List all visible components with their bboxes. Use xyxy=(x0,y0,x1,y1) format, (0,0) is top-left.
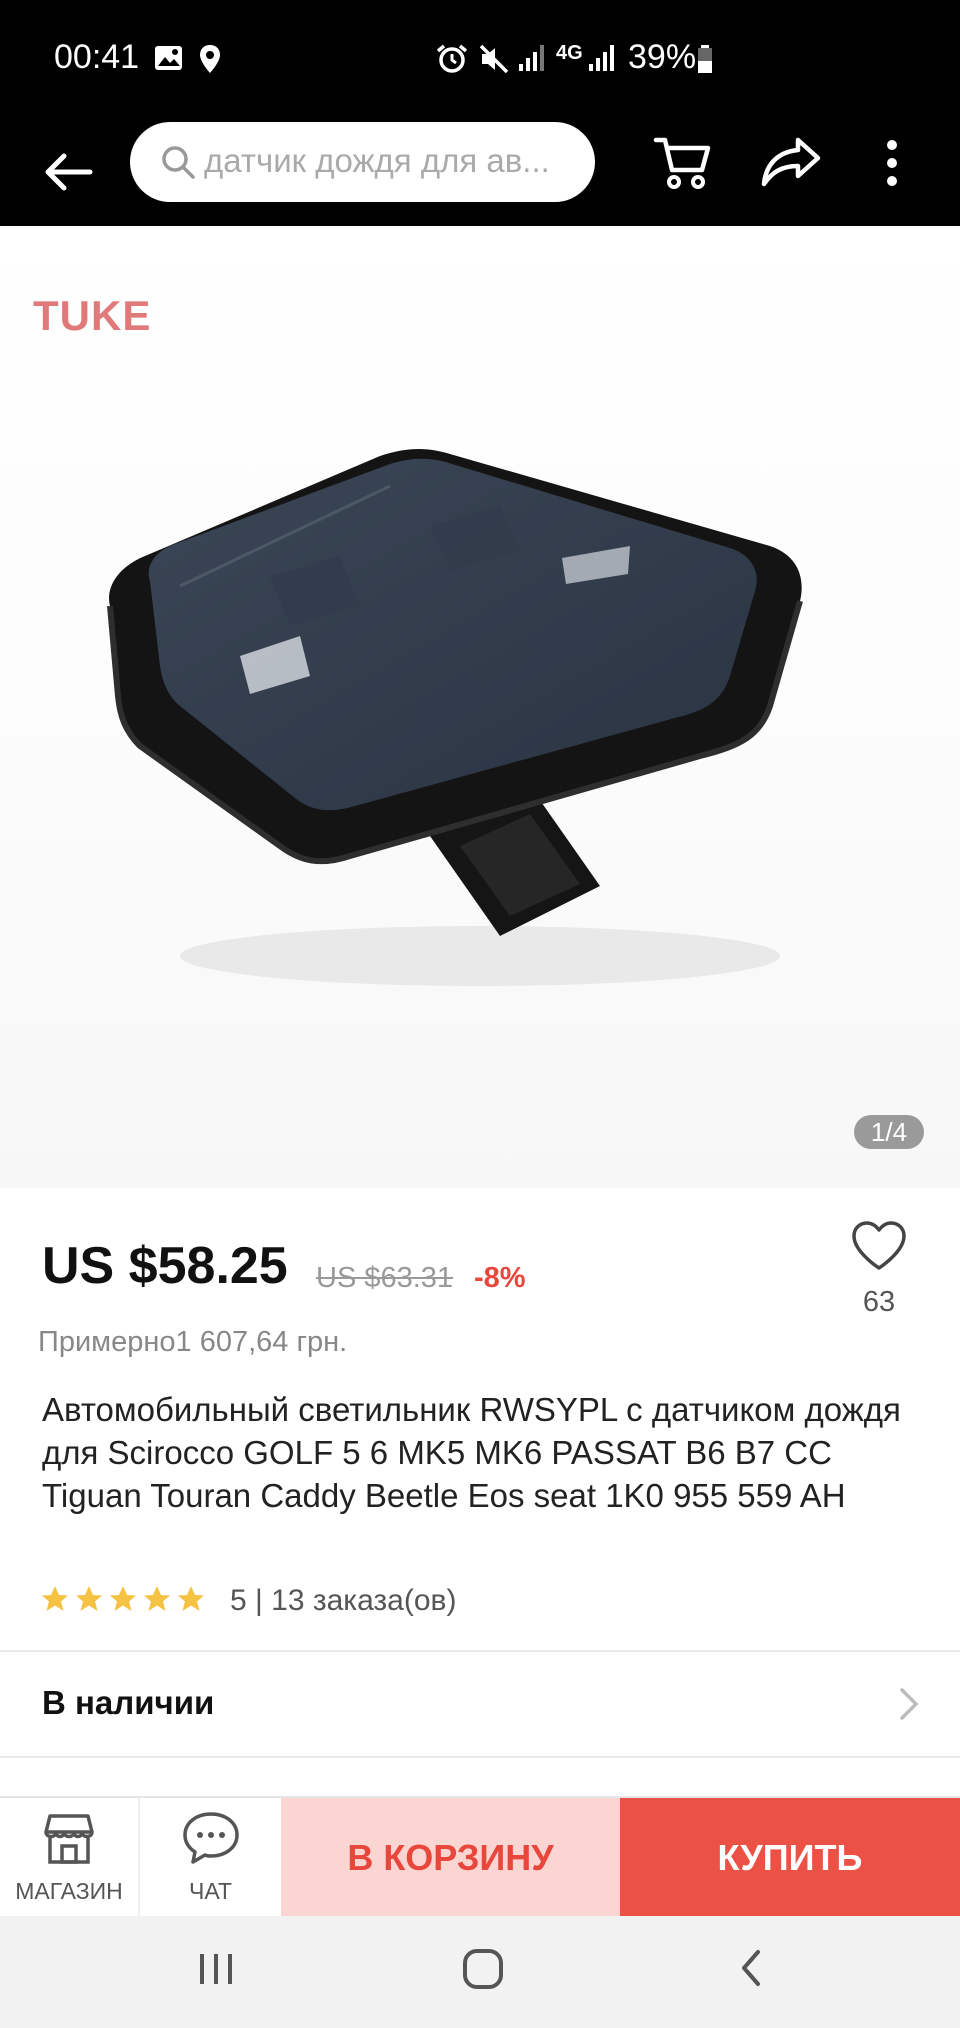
rating-summary[interactable]: 5 | 13 заказа(ов) xyxy=(230,1584,456,1618)
chat-button[interactable]: ЧАТ xyxy=(140,1798,281,1918)
clock: 00:41 xyxy=(54,38,140,76)
current-price: US $58.25 xyxy=(42,1237,288,1295)
search-bar[interactable] xyxy=(130,122,595,202)
rain-sensor-product-image xyxy=(107,449,803,986)
more-options-icon[interactable] xyxy=(884,138,900,188)
system-navigation-bar xyxy=(0,1916,960,2028)
product-image-gallery[interactable]: TUKE 1/4 xyxy=(0,226,960,1188)
search-input[interactable] xyxy=(204,136,574,186)
star-icon xyxy=(76,1586,102,1611)
original-price: US $63.31 xyxy=(316,1262,454,1294)
back-arrow-icon[interactable] xyxy=(40,142,100,202)
mute-icon xyxy=(479,44,509,74)
network-type: 4G xyxy=(556,42,583,64)
cart-icon[interactable] xyxy=(652,132,712,192)
chat-label: ЧАТ xyxy=(189,1878,232,1904)
home-icon[interactable] xyxy=(462,1948,504,1990)
recent-apps-icon[interactable] xyxy=(196,1948,236,1988)
status-bar: 00:41 4G 39% xyxy=(0,0,960,118)
heart-icon[interactable] xyxy=(850,1220,908,1272)
star-icon xyxy=(178,1586,204,1611)
location-icon xyxy=(200,45,220,73)
approx-local-price: Примерно1 607,64 грн. xyxy=(38,1326,348,1358)
battery-percent: 39% xyxy=(628,38,697,76)
chat-bubble-icon xyxy=(182,1812,239,1864)
star-icon xyxy=(110,1586,136,1611)
signal-icon-2 xyxy=(589,45,614,71)
gallery-icon xyxy=(155,46,182,70)
star-icon xyxy=(144,1586,170,1611)
discount-badge: -8% xyxy=(474,1262,526,1294)
buy-now-button[interactable]: КУПИТЬ xyxy=(620,1798,960,1918)
rating-stars xyxy=(40,1584,206,1614)
availability-row[interactable]: В наличии xyxy=(0,1652,960,1756)
store-icon xyxy=(44,1814,94,1864)
bottom-action-bar: МАГАЗИН ЧАТ В КОРЗИНУ КУПИТЬ xyxy=(0,1796,960,1918)
wishlist-count: 63 xyxy=(862,1286,896,1318)
signal-icon xyxy=(519,45,544,71)
add-to-cart-button[interactable]: В КОРЗИНУ xyxy=(281,1798,620,1918)
availability-label: В наличии xyxy=(42,1684,215,1721)
store-label: МАГАЗИН xyxy=(15,1878,123,1904)
chevron-right-icon xyxy=(900,1688,919,1720)
store-button[interactable]: МАГАЗИН xyxy=(0,1798,140,1918)
top-nav xyxy=(0,118,960,226)
star-icon xyxy=(42,1586,68,1611)
divider xyxy=(0,1756,960,1758)
product-title: Автомобильный светильник RWSYPL с датчик… xyxy=(42,1391,901,1514)
image-counter: 1/4 xyxy=(854,1115,924,1149)
system-back-icon[interactable] xyxy=(736,1948,766,1988)
brand-watermark: TUKE xyxy=(33,292,152,339)
alarm-icon xyxy=(436,44,468,73)
search-icon xyxy=(162,146,195,179)
battery-icon xyxy=(698,45,712,73)
share-icon[interactable] xyxy=(760,136,822,188)
